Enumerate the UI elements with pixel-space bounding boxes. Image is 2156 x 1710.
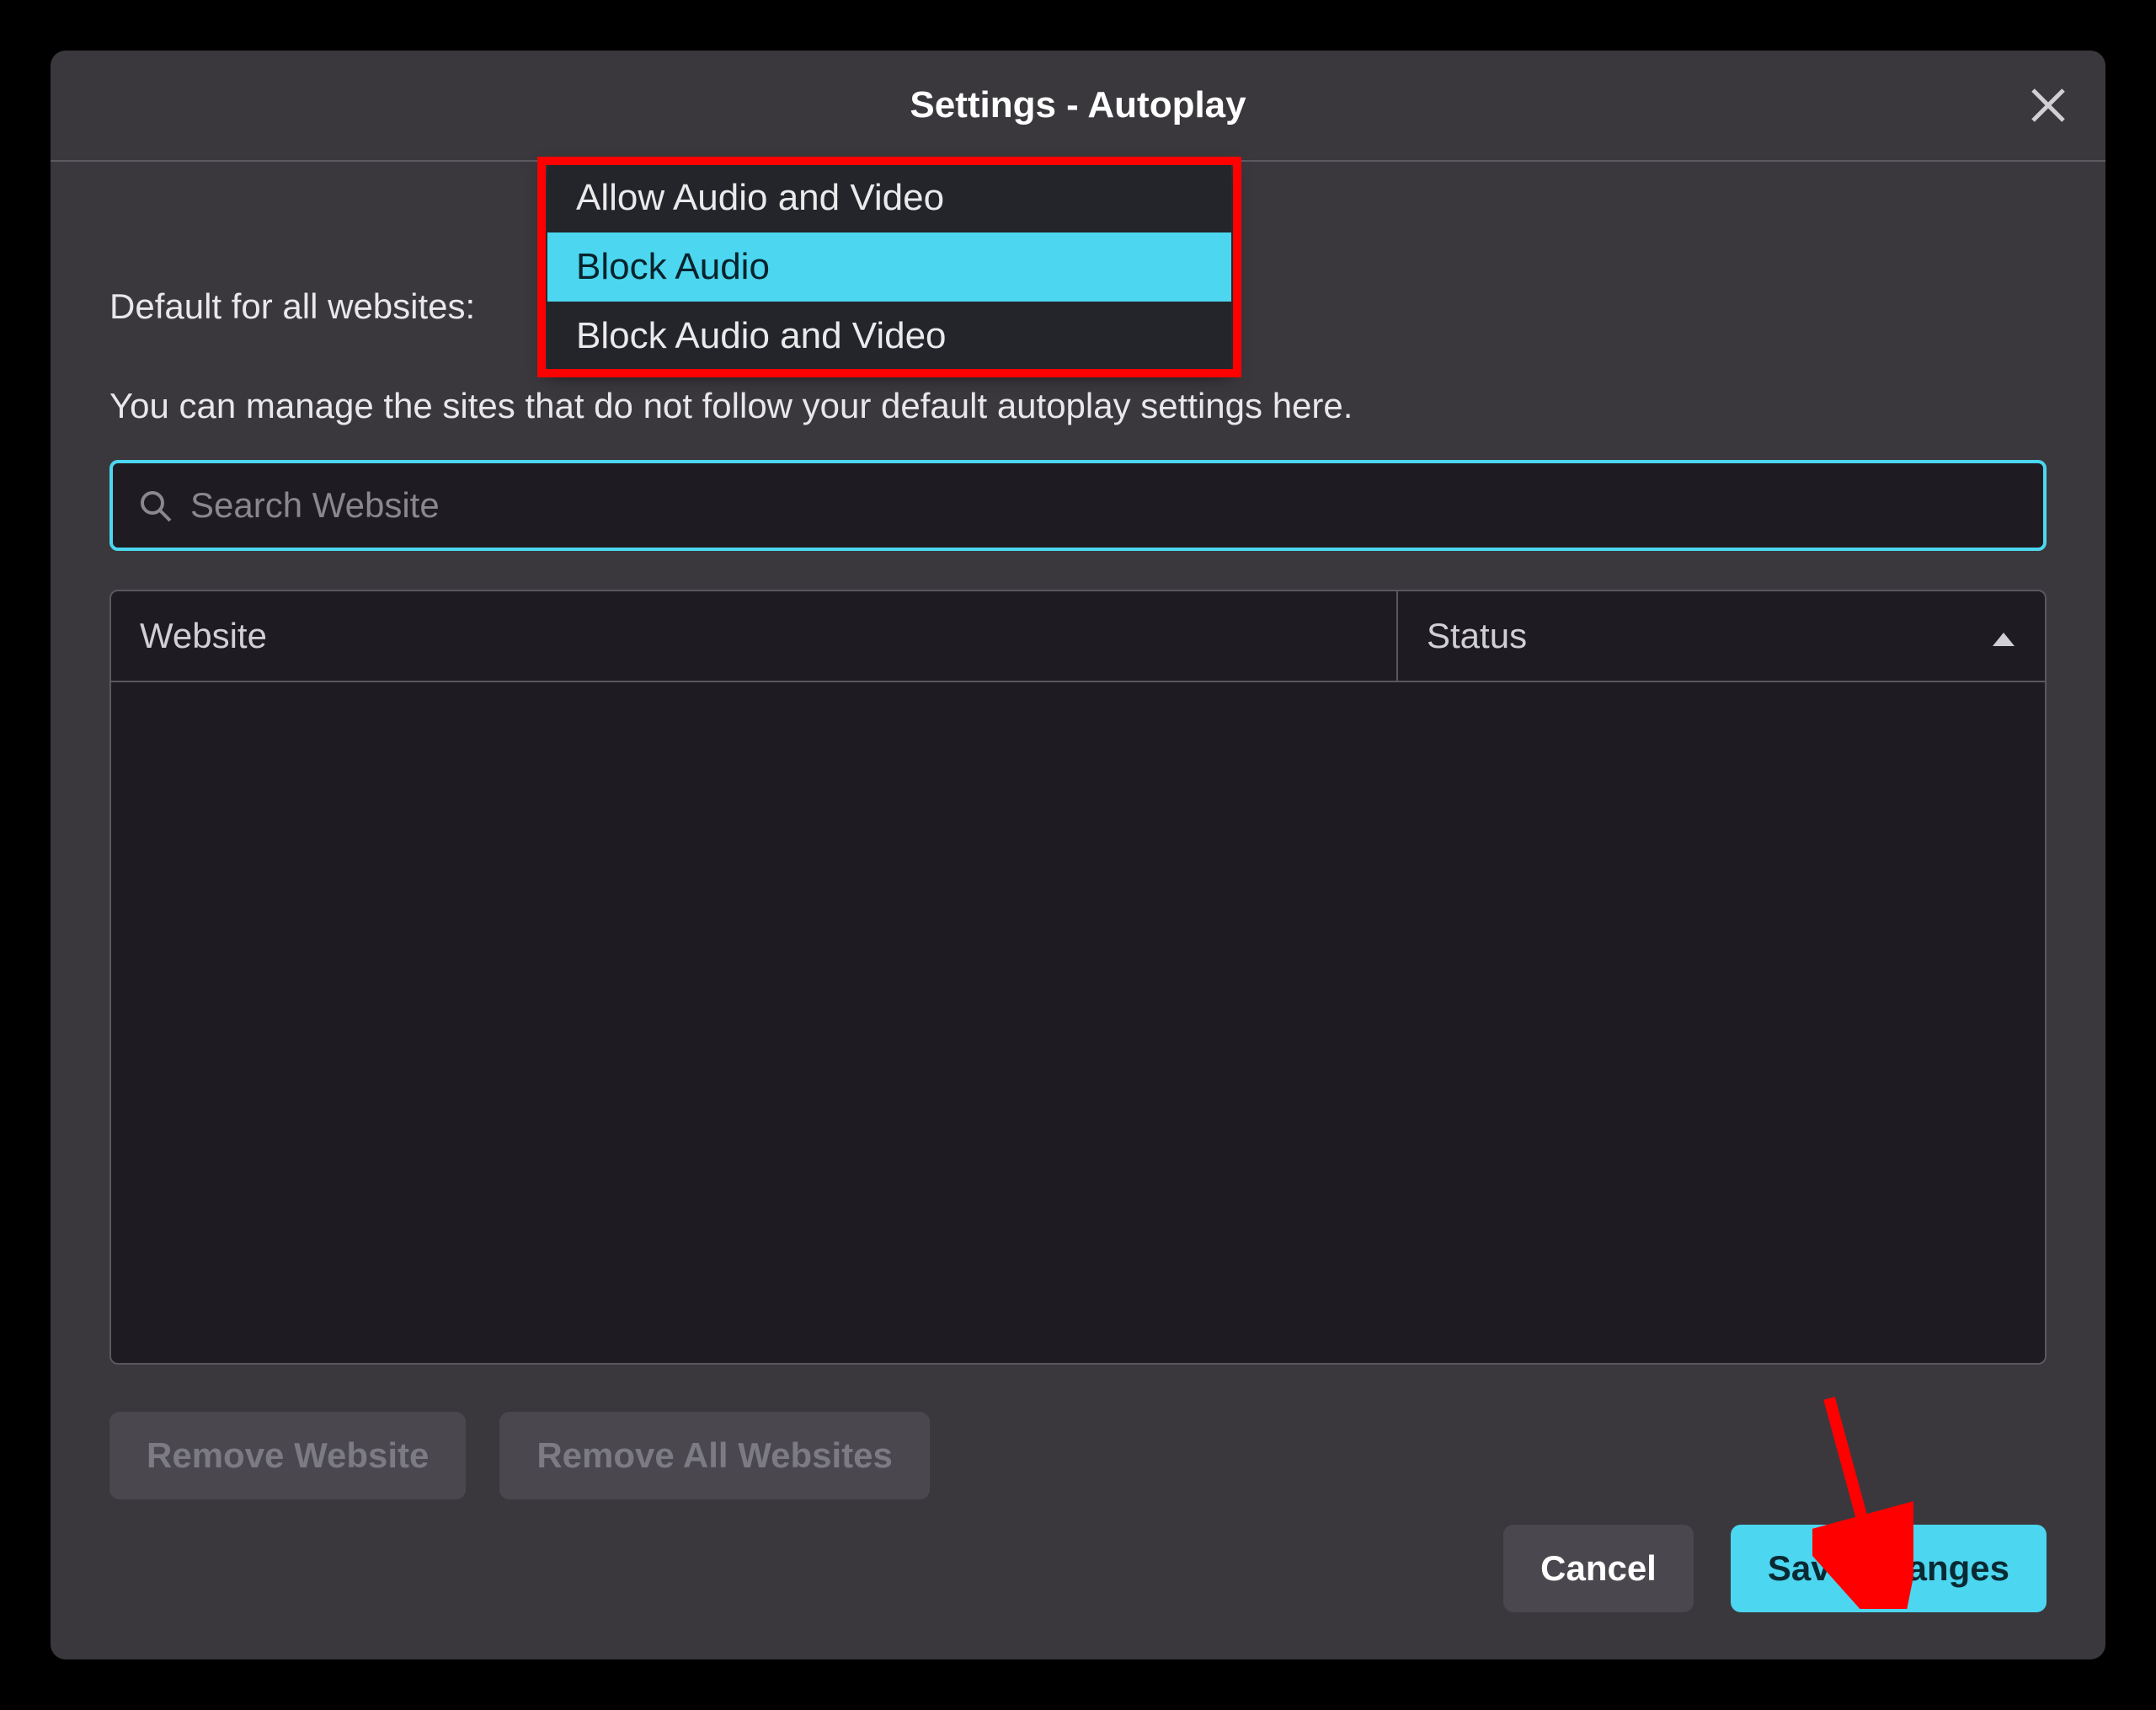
remove-all-websites-button[interactable]: Remove All Websites [499,1412,929,1499]
table-body-empty [111,682,2045,1363]
column-status[interactable]: Status [1396,591,2045,681]
column-website[interactable]: Website [111,591,1396,681]
search-input[interactable] [189,484,2018,526]
option-allow-audio-video[interactable]: Allow Audio and Video [547,163,1231,232]
websites-table: Website Status [109,590,2047,1365]
option-block-audio[interactable]: Block Audio [547,232,1231,302]
option-block-audio-video[interactable]: Block Audio and Video [547,302,1231,371]
dialog-titlebar: Settings - Autoplay [51,51,2105,162]
description-text: You can manage the sites that do not fol… [109,386,2047,426]
settings-autoplay-dialog: Settings - Autoplay Default for all webs… [51,51,2105,1659]
search-website-field[interactable] [109,460,2047,551]
default-autoplay-dropdown[interactable]: Allow Audio and Video Block Audio Block … [547,163,1231,371]
default-label: Default for all websites: [109,286,475,327]
sort-asc-icon [1991,616,2016,656]
search-icon [138,489,172,522]
close-icon [2030,87,2067,124]
close-button[interactable] [2025,82,2072,129]
save-changes-button[interactable]: Save Changes [1731,1525,2047,1612]
cancel-button[interactable]: Cancel [1503,1525,1694,1612]
column-status-label: Status [1427,616,1527,656]
dialog-title: Settings - Autoplay [910,84,1246,126]
remove-website-button[interactable]: Remove Website [109,1412,466,1499]
